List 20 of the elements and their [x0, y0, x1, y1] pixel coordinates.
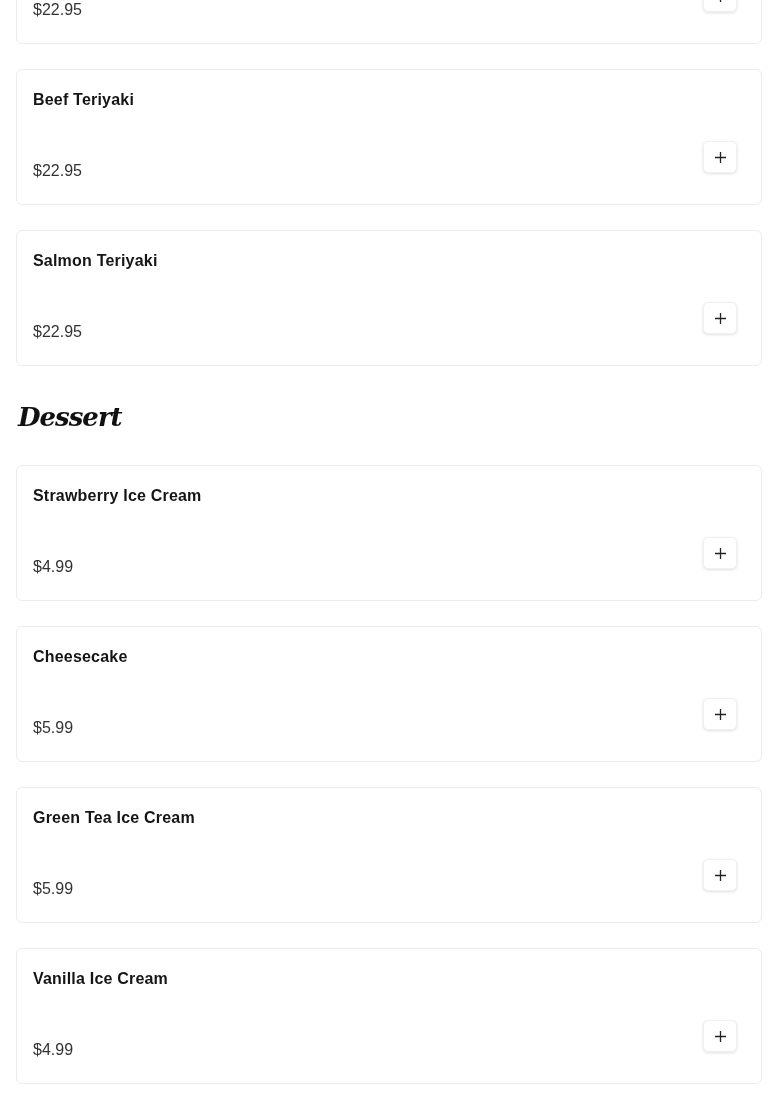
plus-icon	[714, 312, 726, 324]
section-heading: Dessert	[18, 401, 124, 434]
plus-icon	[714, 547, 726, 559]
item-name: Green Tea Ice Cream	[33, 808, 196, 828]
plus-icon	[714, 708, 726, 720]
item-price: $5.99	[33, 718, 74, 738]
item-price: $4.99	[33, 557, 74, 577]
item-name: Vanilla Ice Cream	[33, 969, 170, 989]
item-price: $5.99	[33, 879, 74, 899]
item-name: Beef Teriyaki	[33, 90, 136, 110]
plus-icon	[714, 1030, 726, 1042]
item-price: $22.95	[33, 161, 82, 181]
plus-icon	[714, 869, 726, 881]
item-price: $22.95	[33, 0, 82, 20]
item-name: Salmon Teriyaki	[33, 251, 159, 271]
item-price: $4.99	[33, 1040, 74, 1060]
item-name: Cheesecake	[33, 647, 129, 667]
plus-icon	[714, 151, 726, 163]
item-name: Strawberry Ice Cream	[33, 486, 203, 506]
item-price: $22.95	[33, 322, 82, 342]
